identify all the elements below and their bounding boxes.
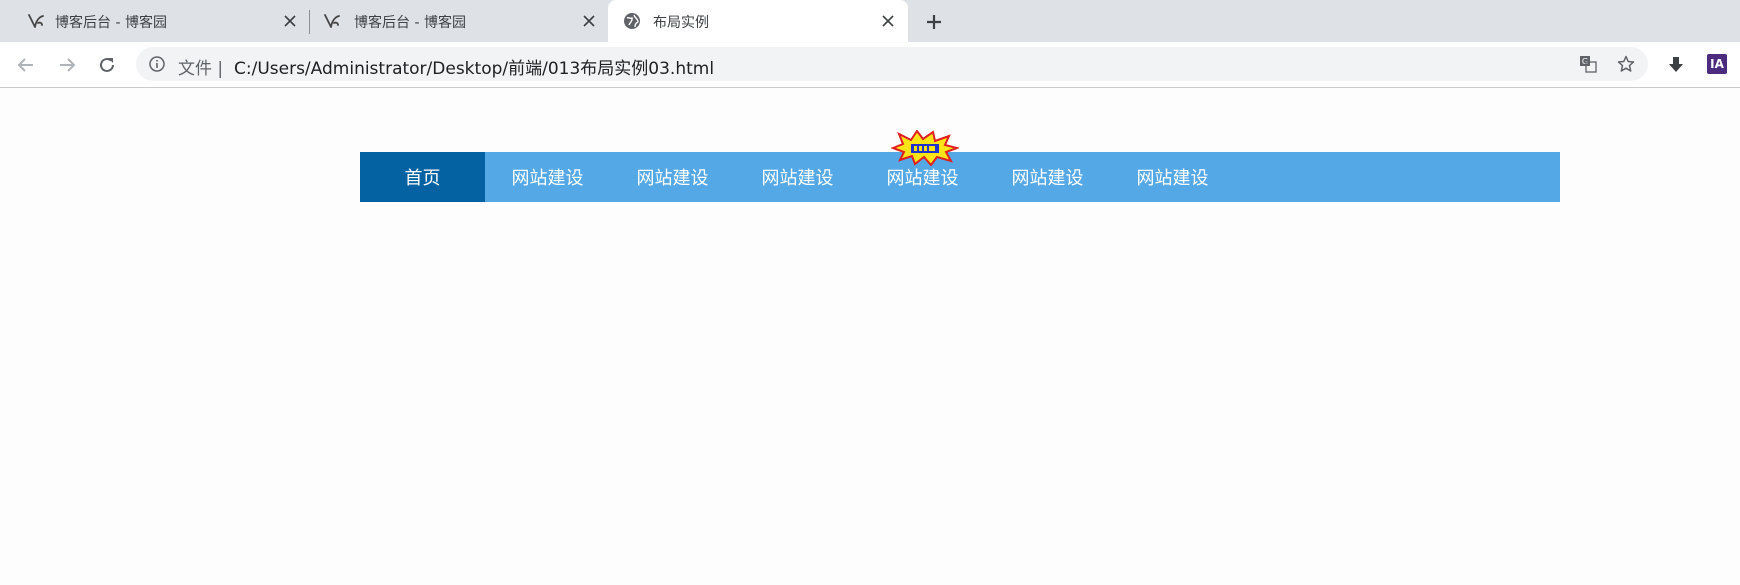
cnblogs-logo-icon — [26, 11, 46, 31]
plus-icon — [927, 15, 941, 29]
back-button[interactable] — [14, 53, 38, 77]
reload-button[interactable] — [95, 53, 119, 77]
tab-title: 博客后台 - 博客园 — [55, 15, 167, 31]
forward-button[interactable] — [55, 53, 79, 77]
url-text[interactable]: C:/Users/Administrator/Desktop/前端/013布局实… — [234, 54, 714, 79]
nav-item-website-build[interactable]: 网站建设 — [610, 152, 735, 202]
nav-item-website-build[interactable]: 网站建设 — [1110, 152, 1235, 202]
tab-blog-admin-1[interactable]: 博客后台 - 博客园 — [0, 0, 305, 42]
close-icon[interactable] — [878, 11, 898, 31]
new-tab-button[interactable] — [922, 10, 946, 34]
tab-title: 博客后台 - 博客园 — [354, 15, 466, 31]
ia-extension-button[interactable]: IA — [1707, 54, 1727, 74]
translate-icon[interactable]: G — [1578, 54, 1598, 74]
address-bar[interactable]: 文件 | C:/Users/Administrator/Desktop/前端/0… — [136, 47, 1648, 81]
tab-layout-example[interactable]: 布局实例 — [608, 0, 908, 42]
nav-item-home[interactable]: 首页 — [360, 152, 485, 202]
page-content: 首页 网站建设 网站建设 网站建设 网站建设 网站建设 网站建设 — [0, 89, 1740, 585]
main-nav: 首页 网站建设 网站建设 网站建设 网站建设 网站建设 网站建设 — [360, 152, 1560, 202]
reload-icon — [100, 57, 114, 72]
arrow-right-icon — [60, 58, 76, 72]
url-scheme-label: 文件 | — [178, 59, 224, 79]
close-icon[interactable] — [579, 11, 599, 31]
globe-icon — [622, 11, 642, 31]
nav-item-website-build[interactable]: 网站建设 — [985, 152, 1110, 202]
tab-blog-admin-2[interactable]: 博客后台 - 博客园 — [300, 0, 606, 42]
bookmark-star-icon[interactable] — [1616, 54, 1636, 74]
nav-item-website-build[interactable]: 网站建设 — [735, 152, 860, 202]
close-icon[interactable] — [280, 11, 300, 31]
arrow-left-icon — [17, 58, 33, 72]
tab-title: 布局实例 — [653, 15, 709, 31]
download-icon[interactable] — [1664, 53, 1688, 77]
browser-toolbar: 文件 | C:/Users/Administrator/Desktop/前端/0… — [0, 42, 1740, 88]
new-badge-icon — [891, 130, 959, 166]
cnblogs-logo-icon — [322, 11, 342, 31]
nav-item-website-build[interactable]: 网站建设 — [485, 152, 610, 202]
tab-strip: 博客后台 - 博客园 博客后台 - 博客园 布局实例 — [0, 0, 1740, 42]
info-icon[interactable] — [148, 55, 166, 73]
